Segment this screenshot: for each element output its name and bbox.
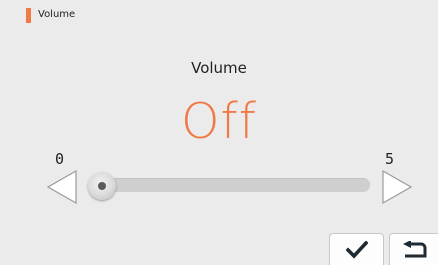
increase-button[interactable] (380, 169, 414, 205)
right-arrow-icon (382, 169, 413, 205)
checkmark-icon (345, 240, 368, 259)
volume-slider-track[interactable] (90, 178, 370, 192)
header-accent-bar (26, 8, 31, 23)
volume-slider-thumb[interactable] (88, 172, 116, 200)
back-button[interactable] (389, 233, 438, 265)
slider-thumb-dot (98, 182, 106, 190)
return-arrow-icon (403, 240, 427, 257)
scale-max-label: 5 (385, 150, 395, 168)
header-title: Volume (38, 9, 76, 20)
scale-min-label: 0 (55, 150, 65, 168)
setting-label: Volume (191, 59, 247, 77)
decrease-button[interactable] (45, 169, 79, 205)
confirm-button[interactable] (329, 233, 384, 265)
value-display: Off (180, 93, 258, 150)
header: Volume (0, 0, 438, 28)
left-arrow-icon (46, 169, 77, 205)
